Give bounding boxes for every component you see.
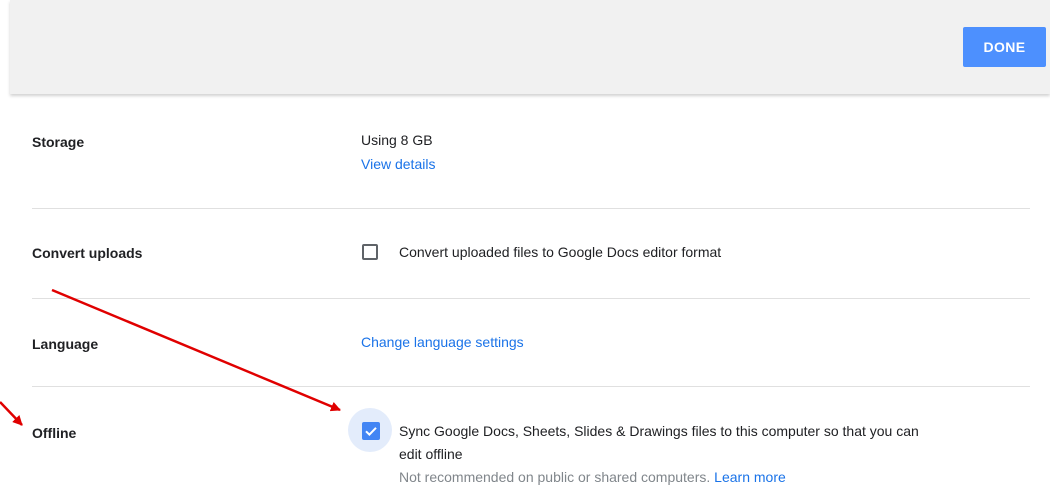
storage-label: Storage bbox=[32, 134, 85, 150]
convert-uploads-checkbox[interactable] bbox=[362, 244, 378, 260]
divider bbox=[32, 386, 1030, 387]
offline-note: Not recommended on public or shared comp… bbox=[399, 469, 786, 485]
annotation-arrow-to-offline-label bbox=[0, 401, 23, 426]
storage-usage: Using 8 GB bbox=[361, 132, 433, 148]
change-language-link[interactable]: Change language settings bbox=[361, 334, 524, 350]
view-details-link[interactable]: View details bbox=[361, 156, 435, 172]
divider bbox=[32, 298, 1030, 299]
offline-checkbox[interactable] bbox=[362, 422, 380, 440]
offline-checkbox-label-line1[interactable]: Sync Google Docs, Sheets, Slides & Drawi… bbox=[399, 423, 919, 439]
language-label: Language bbox=[32, 336, 99, 352]
settings-header: DONE bbox=[10, 0, 1050, 94]
convert-uploads-checkbox-label[interactable]: Convert uploaded files to Google Docs ed… bbox=[399, 244, 721, 260]
learn-more-link[interactable]: Learn more bbox=[714, 469, 786, 485]
convert-uploads-label: Convert uploads bbox=[32, 245, 143, 261]
offline-label: Offline bbox=[32, 425, 77, 441]
check-icon bbox=[365, 427, 377, 437]
done-button[interactable]: DONE bbox=[963, 27, 1046, 67]
divider bbox=[32, 208, 1030, 209]
offline-note-text: Not recommended on public or shared comp… bbox=[399, 469, 711, 485]
offline-checkbox-label-line2[interactable]: edit offline bbox=[399, 446, 463, 462]
